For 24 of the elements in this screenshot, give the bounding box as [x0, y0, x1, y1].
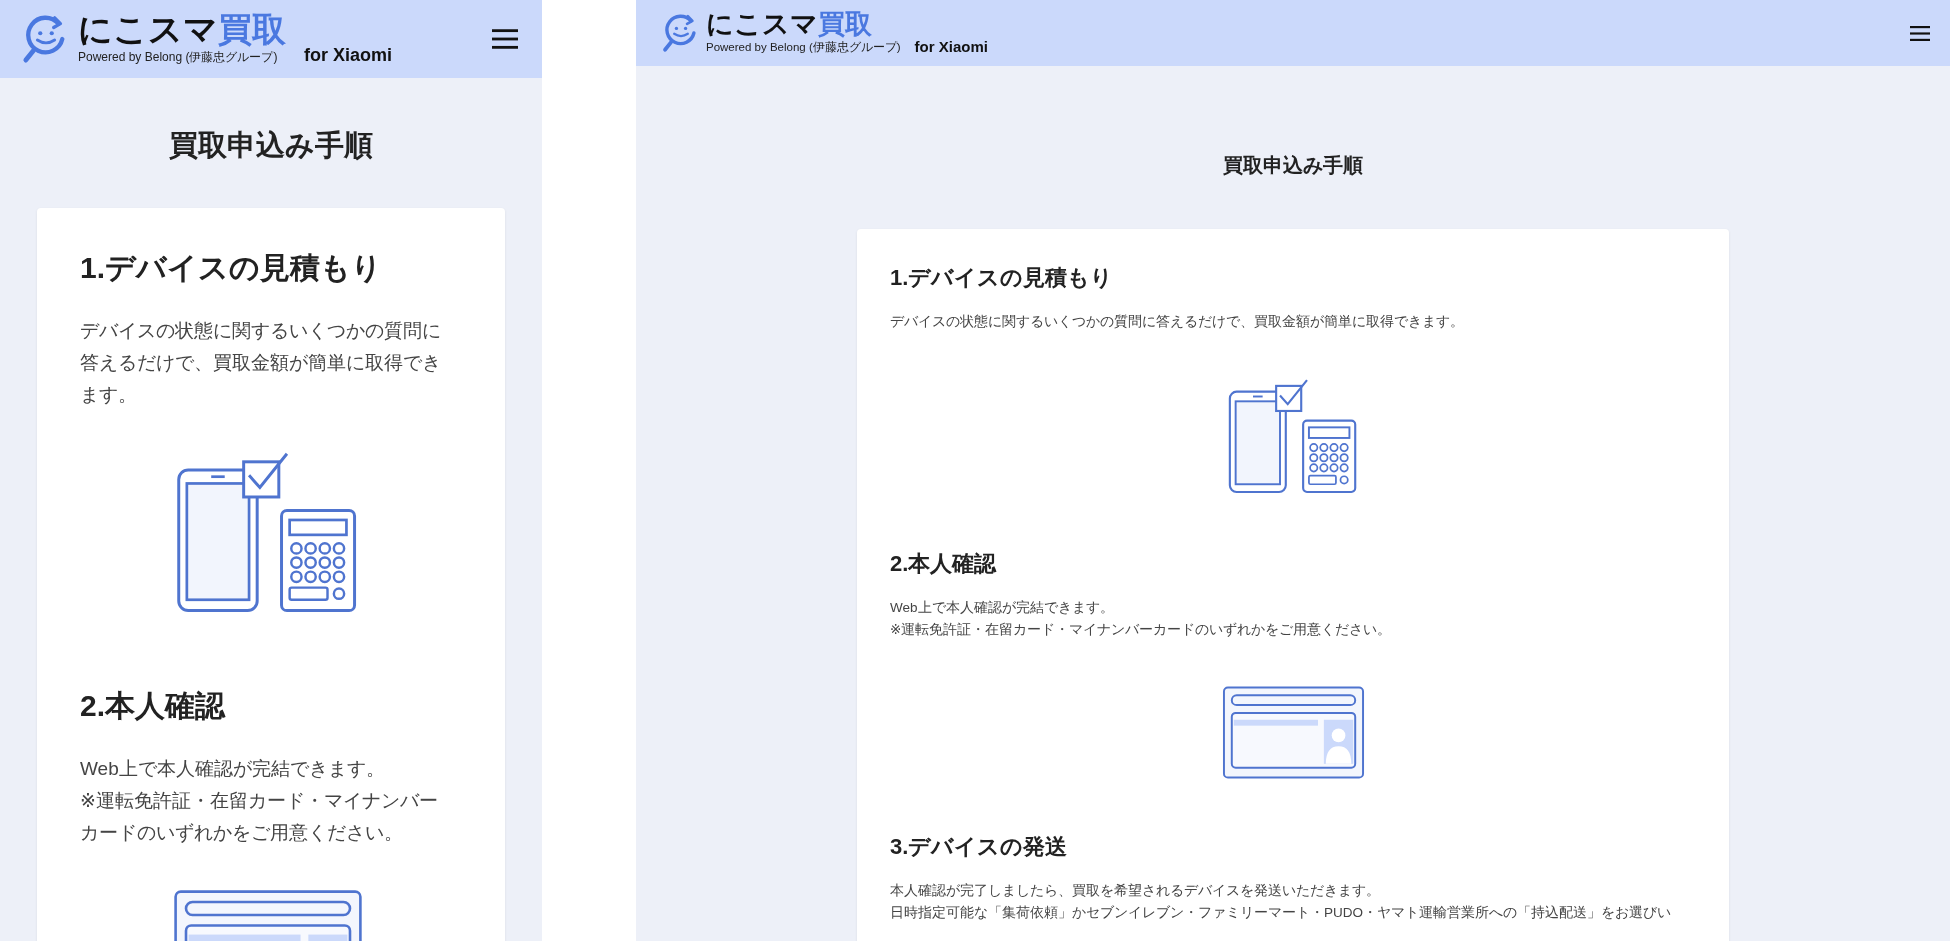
id-card-icon	[1221, 685, 1365, 780]
step-description: 本人確認が完了しましたら、買取を希望されるデバイスを発送いただきます。	[890, 882, 1381, 900]
step-description: ※運転免許証・在留カード・マイナンバーカードのいずれかをご用意ください。	[80, 789, 439, 845]
step-description: 日時指定可能な「集荷依頼」かセブンイレブン・ファミリーマート・PUDO・ヤマト運輸営業所への「持込配送」をお選びい	[890, 904, 1672, 922]
logo-wordmark: にこスマ	[78, 10, 218, 48]
step-description: デバイスの状態に関するいくつかの質問に答えるだけで、買取金額が簡単に取得できます。	[890, 313, 1465, 331]
step-description: Web上で本人確認が完結できます。	[80, 757, 386, 781]
logo-tagline: Powered by Belong (伊藤忠グループ)	[706, 40, 901, 55]
logo-wordmark-accent: 買取	[218, 10, 286, 48]
step-description: Web上で本人確認が完結できます。	[890, 599, 1115, 617]
step-heading: 2.本人確認	[80, 688, 227, 724]
step-heading: 1.デバイスの見積もり	[890, 264, 1115, 292]
page-title: 買取申込み手順	[1223, 153, 1363, 178]
step-description: デバイスの状態に関するいくつかの質問に答えるだけで、買取金額が簡単に取得できます。	[80, 319, 442, 407]
brand-suffix: for Xiaomi	[914, 38, 988, 55]
page-title: 買取申込み手順	[169, 128, 373, 163]
step-heading: 3.デバイスの発送	[890, 833, 1069, 861]
logo-wordmark: にこスマ	[706, 9, 818, 39]
logo-wordmark-accent: 買取	[818, 9, 872, 39]
logo-tagline: Powered by Belong (伊藤忠グループ)	[78, 49, 279, 66]
step-description: ※運転免許証・在留カード・マイナンバーカードのいずれかをご用意ください。	[890, 621, 1393, 639]
step-heading: 2.本人確認	[890, 550, 998, 578]
brand-suffix: for Xiaomi	[304, 45, 392, 66]
step-heading: 1.デバイスの見積もり	[80, 250, 384, 286]
